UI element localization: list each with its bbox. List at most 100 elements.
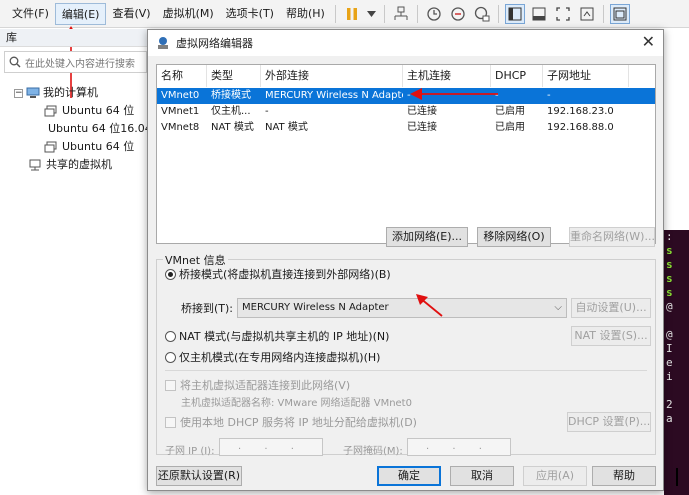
- toolbar-separator: [602, 4, 604, 23]
- tree-vm-ubuntu-2[interactable]: Ubuntu 64 位16.04: [0, 120, 152, 138]
- cell-name: VMnet8: [161, 122, 200, 133]
- cell-type: 桥接模式: [211, 90, 251, 101]
- terminal-line: s: [666, 244, 673, 257]
- cell-type: 仅主机...: [211, 106, 251, 117]
- menu-tabs[interactable]: 选项卡(T): [220, 3, 280, 25]
- menu-edit[interactable]: 编辑(E): [54, 2, 107, 25]
- subnet-mask-label: 子网掩码(M):: [343, 446, 403, 457]
- view-fullscreen-icon[interactable]: [553, 4, 573, 24]
- text-cursor: [676, 468, 678, 486]
- apply-button[interactable]: 应用(A): [523, 466, 587, 486]
- library-search-input[interactable]: 在此处键入内容进行搜索: [4, 51, 147, 73]
- add-network-button[interactable]: 添加网络(E)...: [386, 227, 468, 247]
- checkbox-label: 将主机虚拟适配器连接到此网络(V): [180, 379, 351, 392]
- network-editor-icon: [158, 37, 168, 49]
- auto-settings-button[interactable]: 自动设置(U)...: [571, 298, 651, 318]
- view-unity-icon[interactable]: [577, 4, 597, 24]
- menu-help[interactable]: 帮助(H): [280, 3, 331, 25]
- column-header-name[interactable]: 名称: [157, 65, 207, 87]
- subnet-ip-input[interactable]: . . .: [219, 438, 323, 456]
- app-menubar: 文件(F) 编辑(E) 查看(V) 虚拟机(M) 选项卡(T) 帮助(H): [0, 0, 689, 28]
- cell-external: -: [265, 106, 269, 117]
- chevron-down-icon: ⌵: [554, 302, 562, 313]
- toolbar-separator: [497, 4, 499, 23]
- column-header-subnet[interactable]: 子网地址: [543, 65, 629, 87]
- column-header-host[interactable]: 主机连接: [403, 65, 491, 87]
- radio-label: 仅主机模式(在专用网络内连接虚拟机)(H): [179, 351, 381, 364]
- bridged-adapter-select[interactable]: MERCURY Wireless N Adapter ⌵: [237, 298, 567, 318]
- remove-network-button[interactable]: 移除网络(O): [477, 227, 551, 247]
- snapshot-icon[interactable]: [424, 4, 444, 24]
- cell-name: VMnet0: [161, 90, 200, 101]
- use-dhcp-checkbox[interactable]: 使用本地 DHCP 服务将 IP 地址分配给虚拟机(D): [165, 414, 417, 430]
- view-console-icon[interactable]: [529, 4, 549, 24]
- collapse-icon[interactable]: −: [14, 88, 23, 98]
- cell-external: NAT 模式: [265, 122, 308, 133]
- virtual-network-editor-dialog: 虚拟网络编辑器 ✕ 名称 类型 外部连接 主机连接 DHCP 子网地址 VMne…: [147, 29, 664, 491]
- radio-indicator: [165, 330, 176, 342]
- snapshot-manager-icon[interactable]: [472, 4, 492, 24]
- cell-host: 已连接: [407, 106, 437, 117]
- cell-host: -: [407, 90, 411, 101]
- menu-file[interactable]: 文件(F): [6, 3, 55, 25]
- snapshot-revert-icon[interactable]: [448, 4, 468, 24]
- cell-type: NAT 模式: [211, 122, 254, 133]
- column-header-type[interactable]: 类型: [207, 65, 261, 87]
- terminal-line: :: [666, 230, 673, 243]
- tree-my-computer[interactable]: − 我的计算机: [0, 84, 147, 102]
- ok-button[interactable]: 确定: [377, 466, 441, 486]
- checkbox-label: 使用本地 DHCP 服务将 IP 地址分配给虚拟机(D): [180, 416, 417, 429]
- terminal-line: @: [666, 300, 673, 313]
- library-header: 库: [0, 29, 147, 47]
- computer-icon: [26, 87, 40, 98]
- terminal-line: i: [666, 370, 673, 383]
- help-button[interactable]: 帮助: [592, 466, 656, 486]
- nat-settings-button[interactable]: NAT 设置(S)...: [571, 326, 651, 346]
- restore-defaults-button[interactable]: 还原默认设置(R): [156, 466, 242, 486]
- bridged-mode-radio[interactable]: 桥接模式(将虚拟机直接连接到外部网络)(B): [165, 266, 391, 282]
- dhcp-settings-button[interactable]: DHCP 设置(P)...: [567, 412, 651, 432]
- adapter-name-text: 主机虚拟适配器名称: VMware 网络适配器 VMnet0: [181, 398, 412, 409]
- bridged-to-label: 桥接到(T):: [181, 302, 234, 315]
- view-normal-icon[interactable]: [504, 3, 525, 24]
- tree-vm-ubuntu-1[interactable]: Ubuntu 64 位: [0, 102, 147, 120]
- view-tabs-icon[interactable]: [609, 3, 630, 24]
- menu-view[interactable]: 查看(V): [106, 3, 156, 25]
- search-icon: [9, 56, 21, 68]
- cancel-button[interactable]: 取消: [450, 466, 514, 486]
- host-only-mode-radio[interactable]: 仅主机模式(在专用网络内连接虚拟机)(H): [165, 349, 380, 365]
- tree-label: Ubuntu 64 位: [62, 140, 135, 153]
- table-row-vmnet8[interactable]: VMnet8 NAT 模式 NAT 模式 已连接 已启用 192.168.88.…: [157, 120, 655, 136]
- checkbox-indicator: [165, 416, 176, 428]
- rename-network-button[interactable]: 重命名网络(W)...: [569, 227, 655, 247]
- vm-icon: [44, 141, 57, 153]
- connect-host-adapter-checkbox[interactable]: 将主机虚拟适配器连接到此网络(V): [165, 377, 350, 393]
- terminal-line: a: [666, 412, 673, 425]
- pause-icon[interactable]: [342, 4, 362, 24]
- tree-shared-vms[interactable]: 共享的虚拟机: [0, 156, 147, 174]
- column-header-external[interactable]: 外部连接: [261, 65, 403, 87]
- divider: [165, 370, 647, 371]
- table-row-vmnet0[interactable]: VMnet0 桥接模式 MERCURY Wireless N Adapter -…: [157, 88, 655, 104]
- terminal-line: s: [666, 272, 673, 285]
- subnet-ip-label: 子网 IP (I):: [165, 446, 215, 457]
- menu-vm[interactable]: 虚拟机(M): [157, 3, 220, 25]
- column-header-dhcp[interactable]: DHCP: [491, 65, 543, 87]
- subnet-mask-input[interactable]: . . .: [407, 438, 511, 456]
- dropdown-arrow-icon[interactable]: [366, 4, 378, 24]
- cell-host: 已连接: [407, 122, 437, 133]
- cell-dhcp: 已启用: [495, 122, 525, 133]
- cell-subnet: 192.168.23.0: [547, 106, 614, 117]
- table-row-vmnet1[interactable]: VMnet1 仅主机... - 已连接 已启用 192.168.23.0: [157, 104, 655, 120]
- network-table: 名称 类型 外部连接 主机连接 DHCP 子网地址 VMnet0 桥接模式 ME…: [156, 64, 656, 244]
- tree-vm-ubuntu-3[interactable]: Ubuntu 64 位: [0, 138, 147, 156]
- cell-name: VMnet1: [161, 106, 200, 117]
- vmnet-info-group: VMnet 信息 桥接模式(将虚拟机直接连接到外部网络)(B) 桥接到(T): …: [156, 252, 656, 457]
- network-icon[interactable]: [391, 4, 411, 24]
- radio-indicator: [165, 268, 176, 280]
- terminal-line: @: [666, 328, 673, 341]
- close-icon[interactable]: ✕: [642, 34, 655, 50]
- nat-mode-radio[interactable]: NAT 模式(与虚拟机共享主机的 IP 地址)(N): [165, 328, 389, 344]
